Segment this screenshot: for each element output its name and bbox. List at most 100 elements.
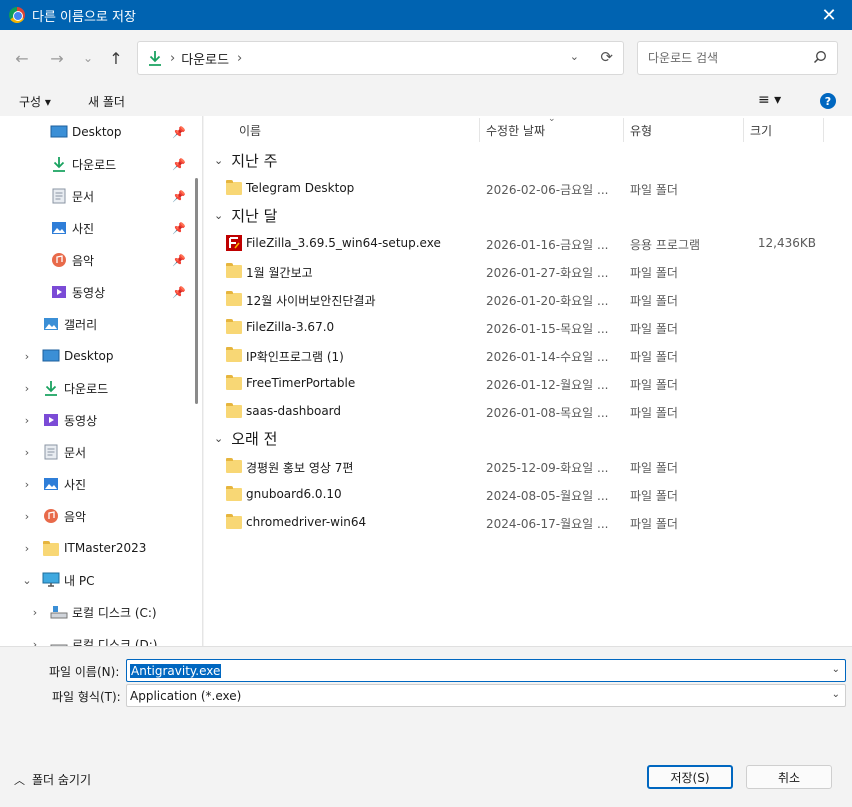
group-header[interactable]: ⌄ 지난 주 (214, 147, 277, 173)
sidebar-tree-this-pc[interactable]: ⌄ 내 PC (20, 564, 190, 596)
table-row[interactable]: FileZilla-3.67.0 2026-01-15-목요일 ... 파일 폴… (204, 313, 852, 341)
chevron-down-icon[interactable]: ⌄ (832, 664, 840, 675)
table-row[interactable]: 1월 월간보고 2026-01-27-화요일 ... 파일 폴더 (204, 257, 852, 285)
pin-icon[interactable]: 📌 (172, 286, 186, 299)
table-row[interactable]: FileZilla_3.69.5_win64-setup.exe 2026-01… (204, 229, 852, 257)
table-row[interactable]: 경평원 홍보 영상 7편 2025-12-09-화요일 ... 파일 폴더 (204, 452, 852, 480)
chevron-right-icon[interactable]: › (20, 382, 34, 395)
sidebar-tree-drive-c[interactable]: › 로컬 디스크 (C:) (28, 596, 190, 628)
chrome-app-icon (9, 7, 25, 23)
pin-icon[interactable]: 📌 (172, 222, 186, 235)
sidebar-item-documents-pinned[interactable]: 문서 📌 (0, 180, 190, 212)
save-button[interactable]: 저장(S) (647, 765, 733, 789)
file-date: 2026-01-27-화요일 ... (486, 266, 609, 280)
up-button[interactable]: ↑ (104, 46, 128, 70)
file-name: saas-dashboard (246, 404, 342, 418)
sidebar-item-music-pinned[interactable]: 음악 📌 (0, 244, 190, 276)
pictures-icon (42, 475, 60, 493)
chevron-right-icon[interactable]: › (20, 510, 34, 523)
address-bar[interactable]: › 다운로드 › ⌄ ⟳ (137, 41, 624, 75)
video-icon (50, 283, 68, 301)
chevron-down-icon[interactable]: ⌄ (20, 574, 34, 587)
filetype-select[interactable]: Application (*.exe) ⌄ (126, 684, 846, 707)
sidebar-item-downloads-pinned[interactable]: 다운로드 📌 (0, 148, 190, 180)
sidebar-tree-drive-d[interactable]: › 로컬 디스크 (D:) (28, 628, 190, 646)
file-name: 경평원 홍보 영상 7편 (246, 461, 354, 475)
column-divider[interactable] (743, 118, 744, 142)
chevron-right-icon[interactable]: › (20, 414, 34, 427)
refresh-icon[interactable]: ⟳ (600, 48, 613, 66)
file-size: 12,436KB (757, 236, 816, 250)
table-row[interactable]: 12월 사이버보안진단결과 2026-01-20-화요일 ... 파일 폴더 (204, 285, 852, 313)
pin-icon[interactable]: 📌 (172, 126, 186, 139)
table-row[interactable]: FreeTimerPortable 2026-01-12-월요일 ... 파일 … (204, 369, 852, 397)
column-divider[interactable] (623, 118, 624, 142)
column-header-size[interactable]: 크기 (750, 122, 772, 139)
chevron-right-icon[interactable]: › (20, 478, 34, 491)
sidebar-item-label: 다운로드 (72, 157, 117, 172)
sidebar-item-desktop-pinned[interactable]: Desktop 📌 (0, 116, 190, 148)
filename-field[interactable]: Antigravity.exe ⌄ (126, 659, 846, 682)
table-row[interactable]: gnuboard6.0.10 2024-08-05-월요일 ... 파일 폴더 (204, 480, 852, 508)
save-form: 파일 이름(N): Antigravity.exe ⌄ 파일 형식(T): Ap… (0, 646, 852, 807)
organize-button[interactable]: 구성 ▾ (19, 93, 51, 110)
navigation-pane: Desktop 📌 다운로드 📌 문서 📌 사진 📌 음악 📌 동영상 📌 갤러… (0, 116, 203, 646)
search-input[interactable] (648, 51, 798, 65)
sidebar-tree-documents[interactable]: › 문서 (20, 436, 190, 468)
sidebar-item-pictures-pinned[interactable]: 사진 📌 (0, 212, 190, 244)
sidebar-tree-desktop[interactable]: › Desktop (20, 340, 190, 372)
filename-value[interactable]: Antigravity.exe (130, 663, 222, 678)
search-icon[interactable] (813, 50, 827, 67)
chevron-right-icon[interactable]: › (20, 542, 34, 555)
search-box[interactable] (637, 41, 838, 75)
new-folder-button[interactable]: 새 폴더 (88, 93, 125, 110)
navigation-bar: ← → ⌄ ↑ › 다운로드 › ⌄ ⟳ (0, 30, 852, 86)
sidebar-item-videos-pinned[interactable]: 동영상 📌 (0, 276, 190, 308)
file-name: gnuboard6.0.10 (246, 487, 342, 501)
back-button[interactable]: ← (10, 46, 34, 70)
pin-icon[interactable]: 📌 (172, 254, 186, 267)
filetype-value: Application (*.exe) (130, 688, 242, 703)
column-divider[interactable] (823, 118, 824, 142)
table-row[interactable]: saas-dashboard 2026-01-08-목요일 ... 파일 폴더 (204, 397, 852, 425)
sidebar-tree-downloads[interactable]: › 다운로드 (20, 372, 190, 404)
sidebar-tree-pictures[interactable]: › 사진 (20, 468, 190, 500)
column-header-name[interactable]: 이름 (239, 122, 261, 139)
column-header-date[interactable]: 수정한 날짜 (486, 122, 545, 139)
folder-icon (226, 319, 242, 335)
sidebar-item-gallery[interactable]: 갤러리 (0, 308, 190, 340)
group-header[interactable]: ⌄ 지난 달 (214, 202, 277, 228)
chevron-down-icon[interactable]: ⌄ (832, 689, 840, 700)
sidebar-item-label: 동영상 (72, 285, 106, 300)
sidebar-tree-itmaster2023[interactable]: › ITMaster2023 (20, 532, 190, 564)
sidebar-tree-music[interactable]: › 음악 (20, 500, 190, 532)
cancel-button[interactable]: 취소 (746, 765, 832, 789)
computer-icon (42, 571, 60, 589)
pin-icon[interactable]: 📌 (172, 190, 186, 203)
address-dropdown-icon[interactable]: ⌄ (570, 50, 579, 63)
breadcrumb-downloads[interactable]: 다운로드 (181, 49, 229, 68)
hide-folders-toggle[interactable]: ︿ 폴더 숨기기 (14, 771, 91, 788)
chevron-right-icon[interactable]: › (28, 606, 42, 619)
table-row[interactable]: Telegram Desktop 2026-02-06-금요일 ... 파일 폴… (204, 174, 852, 202)
sidebar-tree-videos[interactable]: › 동영상 (20, 404, 190, 436)
folder-icon (226, 263, 242, 279)
pin-icon[interactable]: 📌 (172, 158, 186, 171)
column-divider[interactable] (479, 118, 480, 142)
recent-locations-button[interactable]: ⌄ (76, 46, 100, 70)
file-date: 2026-01-14-수요일 ... (486, 350, 609, 364)
help-button[interactable]: ? (820, 93, 836, 109)
sidebar-scrollbar[interactable] (195, 178, 198, 404)
chevron-right-icon[interactable]: › (28, 638, 42, 647)
forward-button[interactable]: → (45, 46, 69, 70)
breadcrumb-separator-icon[interactable]: › (237, 51, 242, 66)
table-row[interactable]: IP확인프로그램 (1) 2026-01-14-수요일 ... 파일 폴더 (204, 341, 852, 369)
view-options-button[interactable]: ≡ ▾ (758, 92, 781, 108)
chevron-right-icon[interactable]: › (20, 350, 34, 363)
group-header[interactable]: ⌄ 오래 전 (214, 425, 277, 451)
close-button[interactable]: ✕ (806, 0, 852, 30)
table-row[interactable]: chromedriver-win64 2024-06-17-월요일 ... 파일… (204, 508, 852, 536)
column-header-type[interactable]: 유형 (630, 122, 652, 139)
sidebar-item-label: 다운로드 (64, 381, 109, 396)
chevron-right-icon[interactable]: › (20, 446, 34, 459)
